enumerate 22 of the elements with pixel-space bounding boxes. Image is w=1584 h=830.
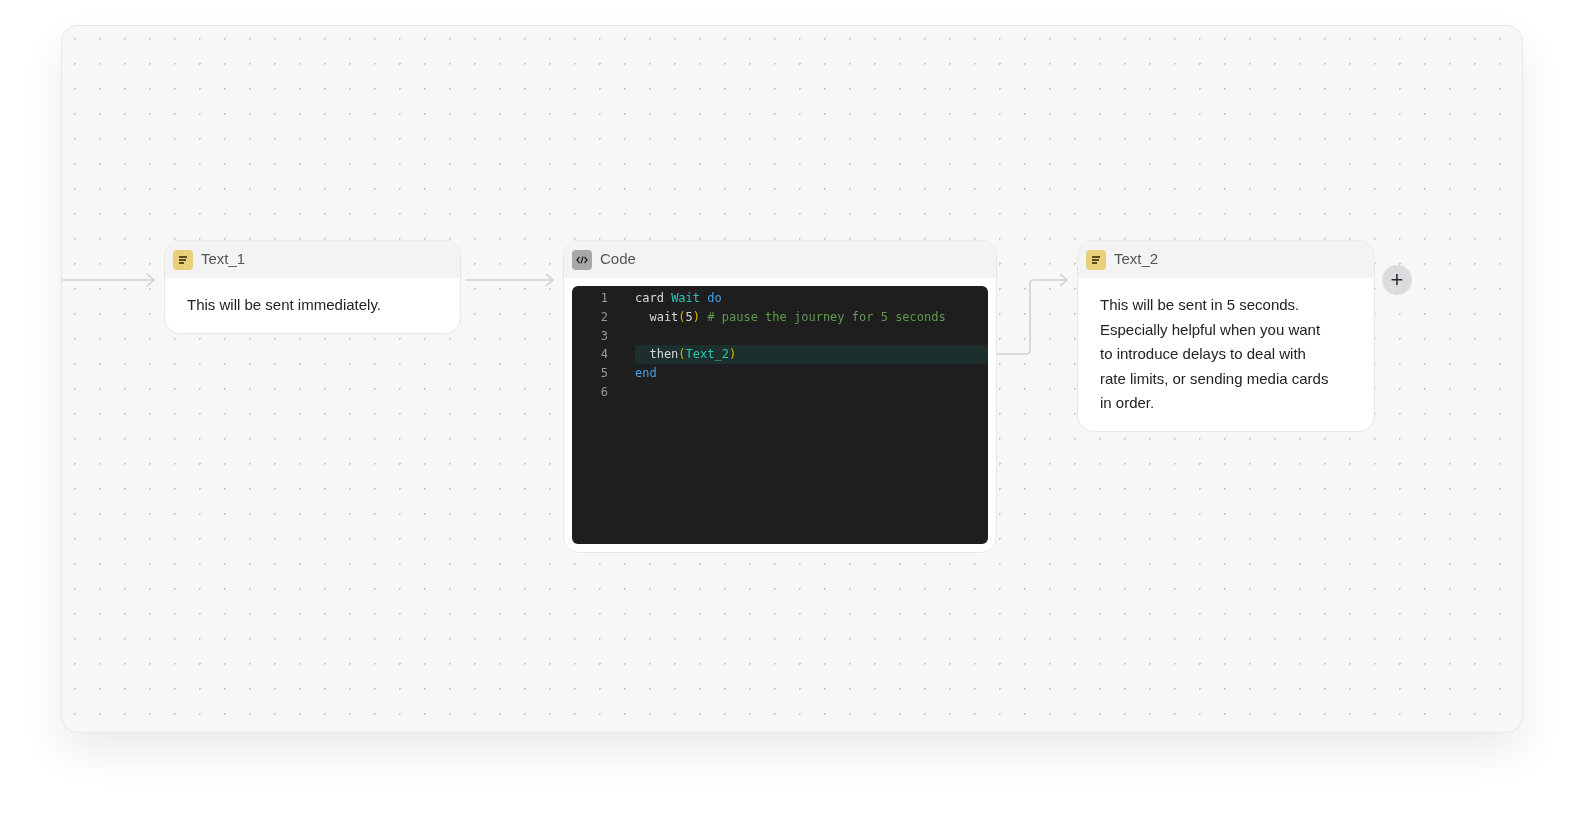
code-node[interactable]: Code 1 card Wait do 2 wait(5) # pause the journey for 5 seconds 3 4 then(Text_2) 5 end 6	[563, 240, 997, 553]
code-editor[interactable]: 1 card Wait do 2 wait(5) # pause the journey for 5 seconds 3 4 then(Text_2) 5 end 6	[572, 286, 988, 544]
message-text: This will be sent immediately.	[187, 295, 382, 315]
line-number: 6	[599, 383, 608, 401]
text-lines-icon	[173, 249, 193, 270]
line-number: 2	[599, 309, 608, 327]
line-number: 3	[599, 327, 608, 345]
line-number: 5	[599, 365, 608, 383]
text-node[interactable]: Text_2 This will be sent in 5 seconds. Especially helpful when you want to introduce delays to deal with rate limits, or sending media cards in order.	[1077, 240, 1375, 432]
code-line: card Wait do	[635, 290, 722, 308]
code-icon	[572, 249, 592, 270]
message-text: This will be sent in 5 seconds. Especially helpful when you want to introduce delays to deal with rate limits, or sending media cards in order.	[1100, 295, 1330, 413]
code-line: then(Text_2)	[648, 346, 737, 364]
line-number: 4	[599, 346, 608, 364]
node-title: Code	[600, 249, 636, 270]
code-line: end	[635, 365, 657, 383]
text-node[interactable]: Text_1 This will be sent immediately.	[164, 240, 461, 334]
node-title: Text_1	[201, 249, 246, 270]
line-number: 1	[599, 290, 608, 308]
code-line: wait(5) # pause the journey for 5 seconds	[648, 309, 946, 327]
text-lines-icon	[1086, 249, 1106, 270]
node-title: Text_2	[1114, 249, 1159, 270]
